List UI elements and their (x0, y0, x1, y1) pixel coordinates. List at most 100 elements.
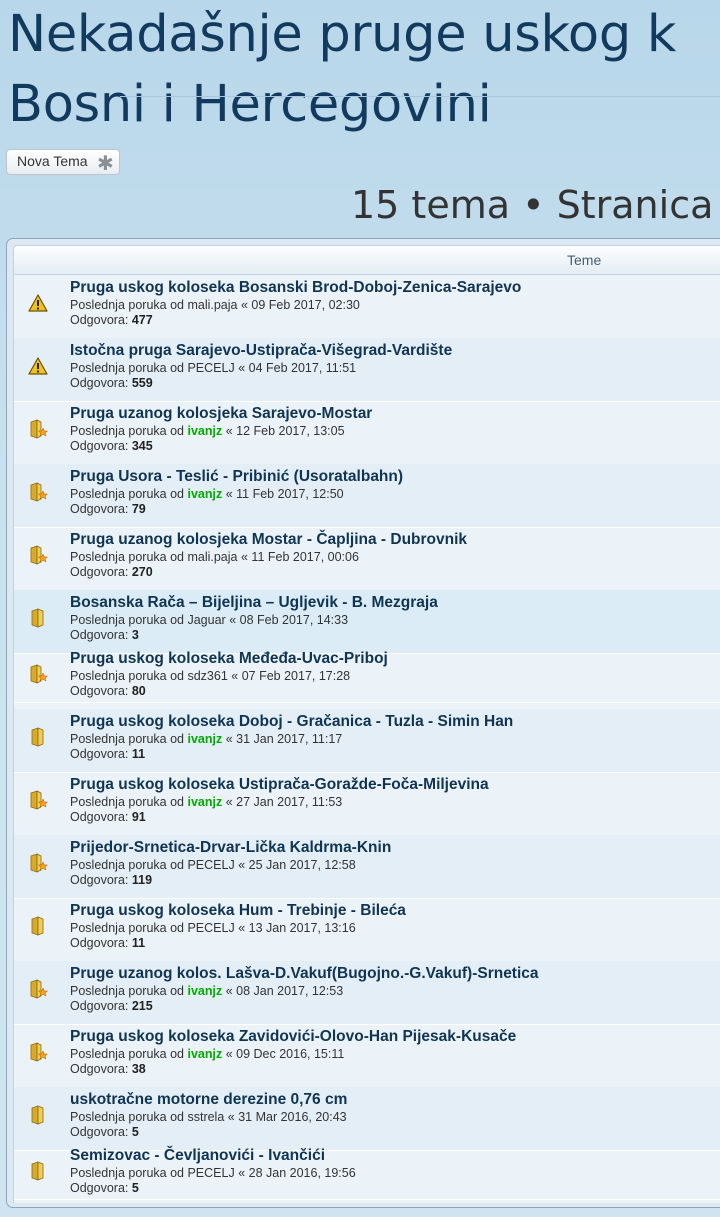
replies-label: Odgovora: (70, 565, 129, 579)
reply-count: Odgovora: 91 (70, 810, 146, 824)
reply-count: Odgovora: 345 (70, 439, 153, 453)
topic-row[interactable]: Pruga uskog koloseka Bosanski Brod-Doboj… (14, 275, 720, 339)
replies-value: 38 (131, 1062, 146, 1076)
last-post-info: Poslednja poruka od PECELJ « 04 Feb 2017… (70, 361, 356, 375)
topic-row[interactable]: Istočna pruga Sarajevo-Ustiprača-Višegra… (14, 338, 720, 402)
last-post-author-link[interactable]: mali.paja (187, 298, 237, 312)
last-post-date: 09 Feb 2017, 02:30 (251, 298, 360, 312)
topic-row[interactable]: Bosanska Rača – Bijeljina – Ugljevik - B… (14, 590, 720, 654)
last-post-author-link[interactable]: ivanjz (187, 424, 222, 438)
topic-row[interactable]: Pruga uskog koloseka Međeđa-Uvac-Priboj P… (14, 646, 720, 703)
last-post-author-link[interactable]: ivanjz (187, 984, 222, 998)
hot-folder-icon (28, 853, 49, 873)
topic-title-link[interactable]: uskotračne motorne derezine 0,76 cm (70, 1091, 347, 1109)
last-post-date: 31 Jan 2017, 11:17 (236, 732, 343, 746)
replies-value: 79 (131, 502, 146, 516)
reply-count: Odgovora: 215 (70, 999, 153, 1013)
last-post-label: Poslednja poruka od (70, 858, 184, 872)
date-separator: « (229, 613, 237, 627)
topic-title-link[interactable]: Pruga uskog koloseka Hum - Trebinje - Bi… (70, 902, 406, 920)
last-post-author-link[interactable]: sstrela (187, 1110, 224, 1124)
hot-folder-icon (28, 664, 49, 684)
folder-icon (28, 1161, 48, 1181)
topic-row[interactable]: Pruga uskog koloseka Hum - Trebinje - Bi… (14, 898, 720, 962)
topic-row[interactable]: Pruga uzanog kolosjeka Sarajevo-Mostar Po… (14, 401, 720, 465)
last-post-author-link[interactable]: ivanjz (187, 795, 222, 809)
folder-icon (28, 916, 48, 936)
reply-count: Odgovora: 3 (70, 628, 139, 642)
replies-label: Odgovora: (70, 684, 129, 698)
last-post-label: Poslednja poruka od (70, 669, 184, 683)
replies-label: Odgovora: (70, 747, 129, 761)
topic-title-link[interactable]: Pruga uzanog kolosjeka Mostar - Čapljina… (70, 531, 467, 549)
topic-row[interactable]: Pruga uzanog kolosjeka Mostar - Čapljina… (14, 527, 720, 591)
last-post-author-link[interactable]: PECELJ (187, 858, 234, 872)
last-post-date: 31 Mar 2016, 20:43 (238, 1110, 347, 1124)
replies-label: Odgovora: (70, 810, 129, 824)
topic-title-link[interactable]: Pruga Usora - Teslić - Pribinić (Usorata… (70, 468, 403, 486)
last-post-info: Poslednja poruka od PECELJ « 28 Jan 2016… (70, 1166, 356, 1180)
last-post-author-link[interactable]: ivanjz (187, 1047, 222, 1061)
replies-value: 5 (131, 1181, 139, 1195)
topic-title-link[interactable]: Pruga uskog koloseka Ustiprača-Goražde-F… (70, 776, 489, 794)
date-separator: « (225, 487, 233, 501)
reply-count: Odgovora: 11 (70, 936, 145, 950)
topic-row[interactable]: Pruga uskog koloseka Ustiprača-Goražde-F… (14, 772, 720, 836)
topic-row[interactable]: Pruga uskog koloseka Doboj - Gračanica -… (14, 709, 720, 773)
last-post-author-link[interactable]: Jaguar (187, 613, 225, 627)
date-separator: « (225, 795, 233, 809)
topic-row[interactable]: uskotračne motorne derezine 0,76 cm Posle… (14, 1087, 720, 1151)
last-post-date: 12 Feb 2017, 13:05 (236, 424, 345, 438)
date-separator: « (240, 550, 248, 564)
last-post-date: 25 Jan 2017, 12:58 (248, 858, 356, 872)
folder-icon (28, 727, 48, 747)
topic-title-link[interactable]: Prijedor-Srnetica-Drvar-Lička Kaldrma-Kn… (70, 839, 391, 857)
last-post-author-link[interactable]: PECELJ (187, 361, 234, 375)
new-topic-label: Nova Tema (17, 153, 88, 169)
last-post-date: 08 Jan 2017, 12:53 (236, 984, 344, 998)
replies-value: 270 (131, 565, 153, 579)
replies-label: Odgovora: (70, 313, 129, 327)
last-post-date: 28 Jan 2016, 19:56 (248, 1166, 356, 1180)
hot-folder-icon (28, 1042, 49, 1062)
topic-count: 15 tema (351, 183, 511, 227)
last-post-info: Poslednja poruka od Jaguar « 08 Feb 2017… (70, 613, 348, 627)
topic-row[interactable]: Pruga uskog koloseka Zavidovići-Olovo-Ha… (14, 1024, 720, 1088)
topic-title-link[interactable]: Istočna pruga Sarajevo-Ustiprača-Višegra… (70, 342, 452, 360)
replies-label: Odgovora: (70, 628, 129, 642)
last-post-author-link[interactable]: ivanjz (187, 487, 222, 501)
new-topic-button[interactable]: Nova Tema ✱ (6, 149, 120, 175)
topic-row[interactable]: Semizovac - Čevljanovići - Ivančići Posle… (14, 1143, 720, 1200)
last-post-author-link[interactable]: sdz361 (187, 669, 227, 683)
folder-icon (28, 608, 48, 628)
topic-title-link[interactable]: Bosanska Rača – Bijeljina – Ugljevik - B… (70, 594, 438, 612)
last-post-date: 13 Jan 2017, 13:16 (248, 921, 356, 935)
hot-folder-icon (28, 482, 49, 502)
replies-value: 119 (131, 873, 153, 887)
topic-row[interactable]: Prijedor-Srnetica-Drvar-Lička Kaldrma-Kn… (14, 835, 720, 899)
topic-title-link[interactable]: Pruga uzanog kolosjeka Sarajevo-Mostar (70, 405, 372, 423)
last-post-date: 07 Feb 2017, 17:28 (241, 669, 351, 683)
replies-label: Odgovora: (70, 999, 129, 1013)
last-post-label: Poslednja poruka od (70, 550, 184, 564)
replies-value: 477 (131, 313, 153, 327)
replies-label: Odgovora: (70, 502, 129, 516)
topic-row[interactable]: Pruga Usora - Teslić - Pribinić (Usorata… (14, 464, 720, 528)
last-post-author-link[interactable]: mali.paja (187, 550, 237, 564)
last-post-author-link[interactable]: PECELJ (187, 1166, 234, 1180)
topic-title-link[interactable]: Pruga uskog koloseka Doboj - Gračanica -… (70, 713, 513, 731)
topic-row[interactable]: Pruge uzanog kolos. Lašva-D.Vakuf(Bugojn… (14, 961, 720, 1025)
topic-title-link[interactable]: Pruga uskog koloseka Zavidovići-Olovo-Ha… (70, 1028, 516, 1046)
topic-title-link[interactable]: Pruga uskog koloseka Međeđa-Uvac-Priboj (70, 650, 388, 668)
replies-value: 215 (131, 999, 153, 1013)
last-post-author-link[interactable]: PECELJ (187, 921, 234, 935)
topic-title-link[interactable]: Pruge uzanog kolos. Lašva-D.Vakuf(Bugojn… (70, 965, 539, 983)
topic-title-link[interactable]: Semizovac - Čevljanovići - Ivančići (70, 1147, 325, 1165)
last-post-label: Poslednja poruka od (70, 921, 184, 935)
page-title: Nekadašnje pruge uskog k Bosni i Hercego… (8, 0, 676, 140)
last-post-author-link[interactable]: ivanjz (187, 732, 222, 746)
topic-title-link[interactable]: Pruga uskog koloseka Bosanski Brod-Doboj… (70, 279, 521, 297)
last-post-label: Poslednja poruka od (70, 984, 184, 998)
replies-label: Odgovora: (70, 1062, 129, 1076)
last-post-info: Poslednja poruka od sstrela « 31 Mar 201… (70, 1110, 347, 1124)
